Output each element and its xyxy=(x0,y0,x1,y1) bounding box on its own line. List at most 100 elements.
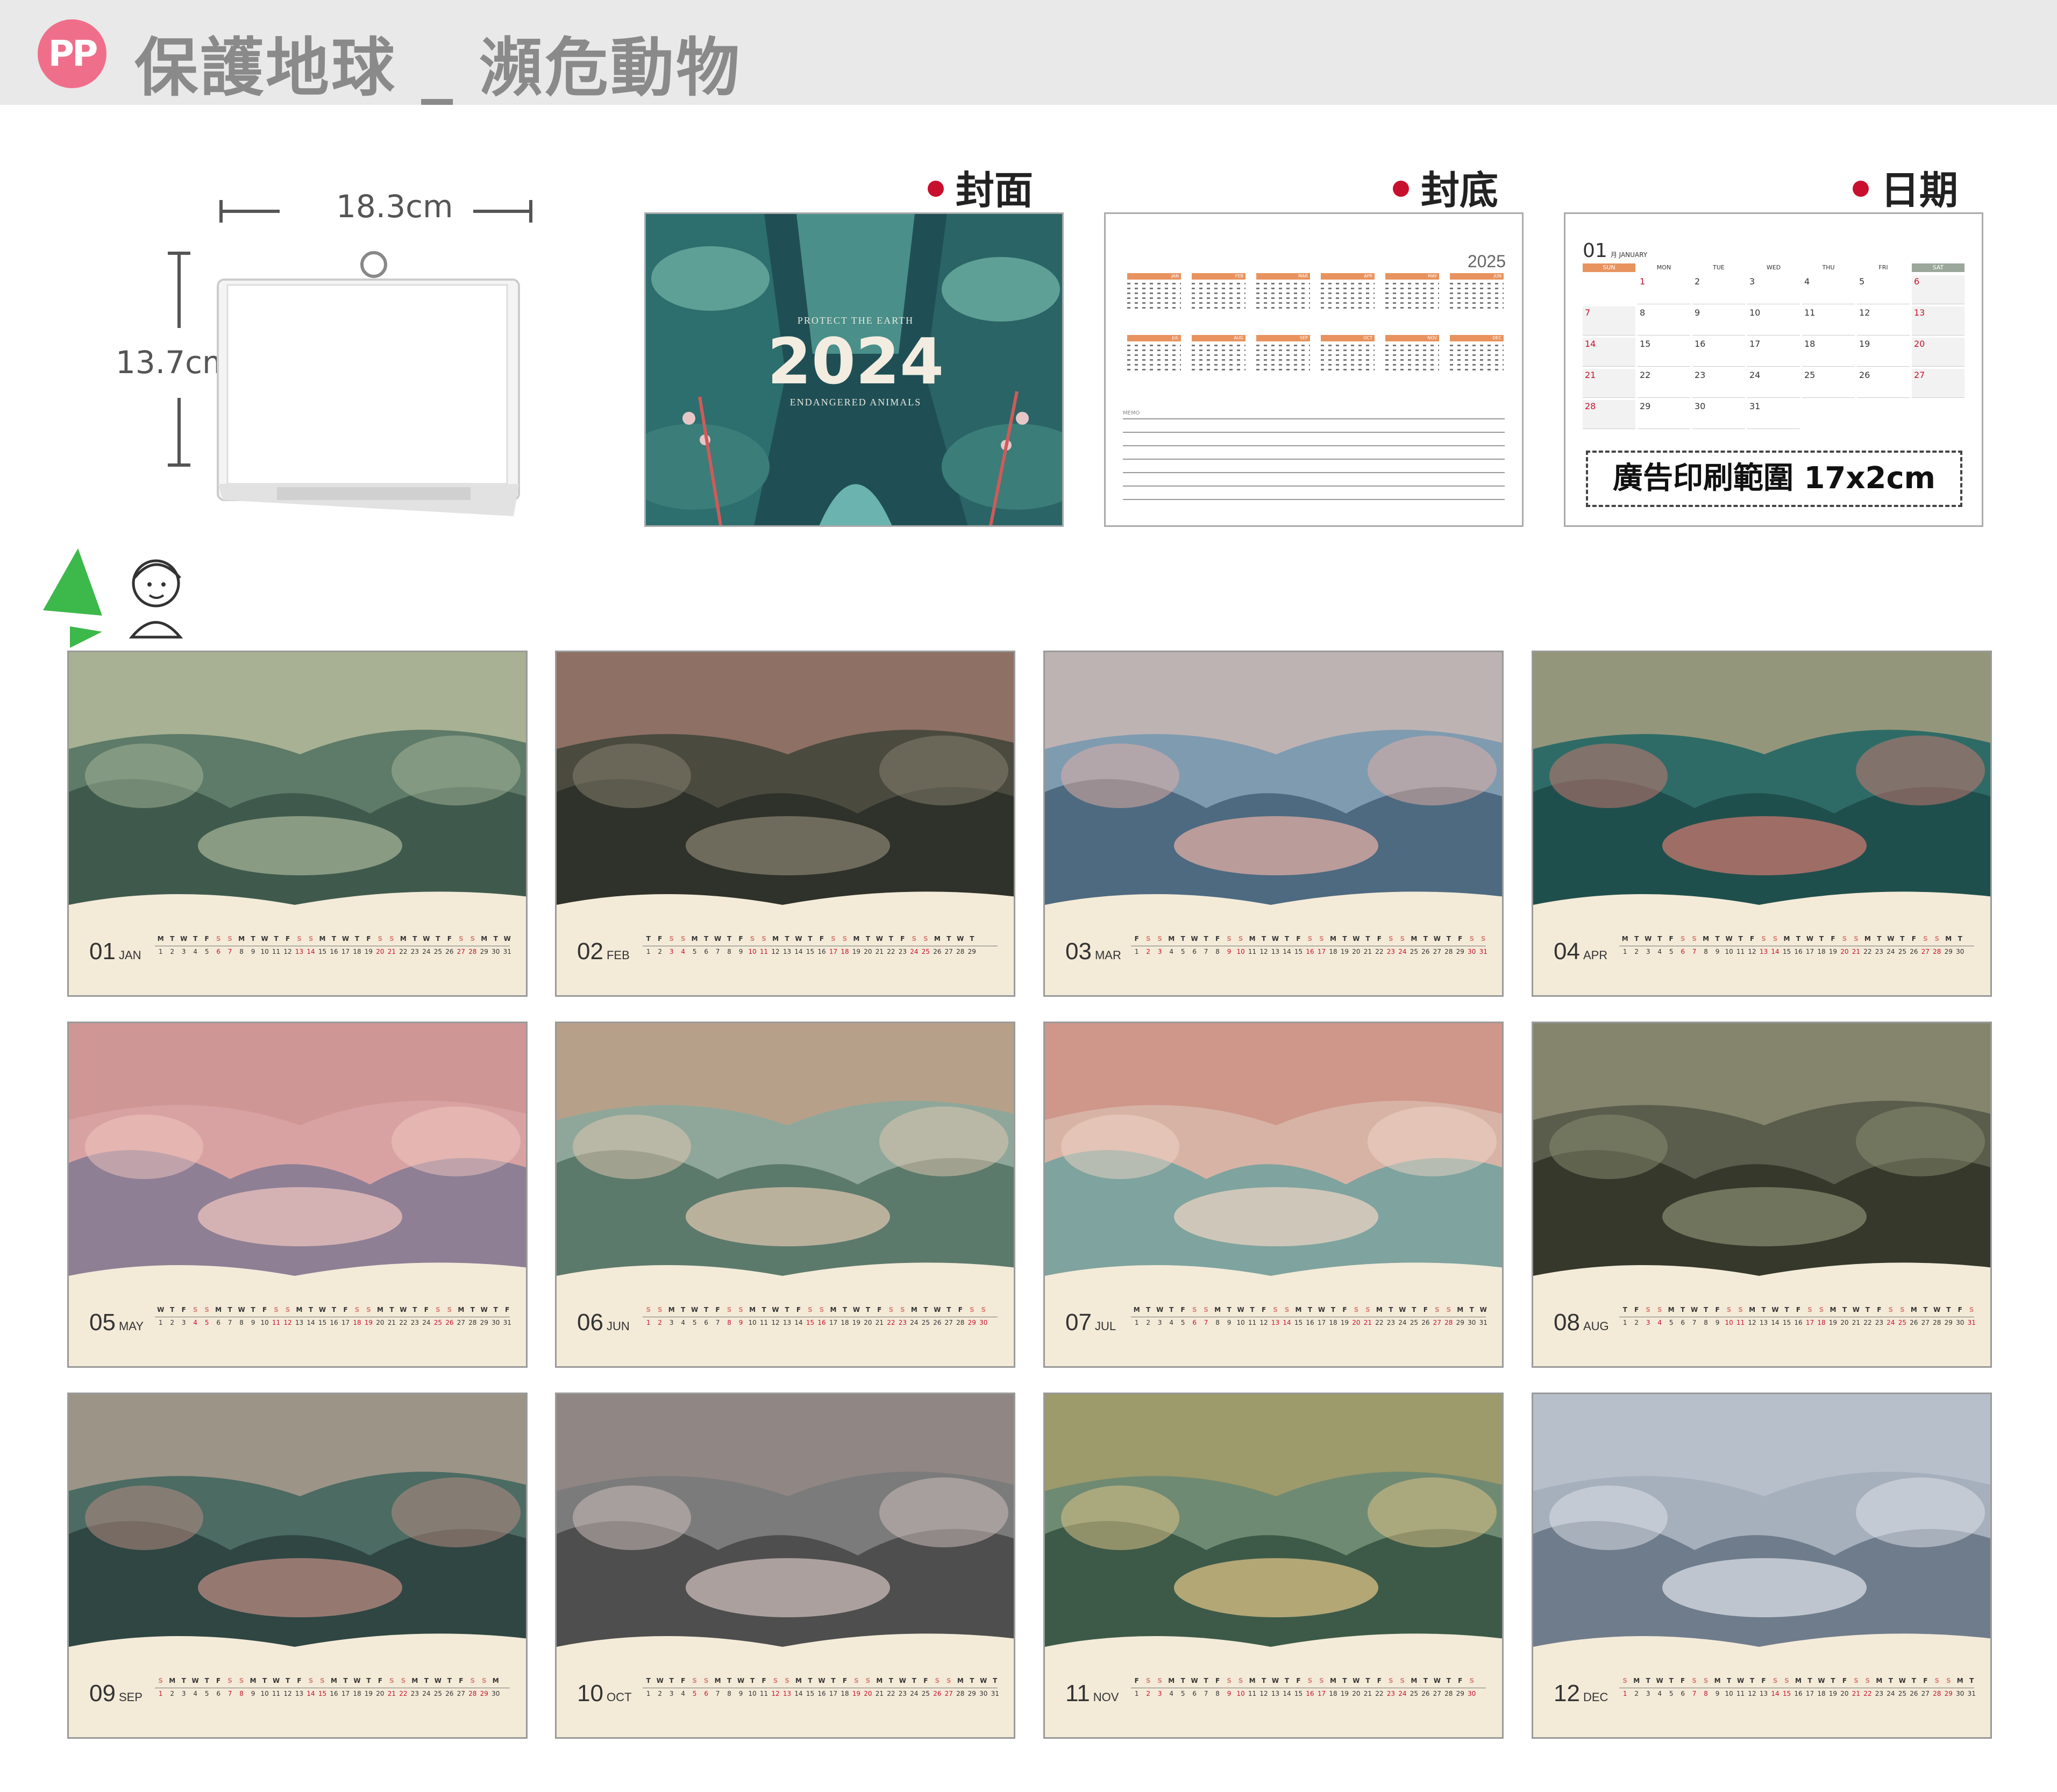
day-number: 17 xyxy=(1317,1319,1326,1326)
weekday-letter: T xyxy=(285,1677,290,1684)
weekday-letter: T xyxy=(204,1677,209,1684)
weekday-letter: W xyxy=(1656,1677,1663,1684)
back-month-header: SEP xyxy=(1256,335,1310,341)
weekday-letter: S xyxy=(1319,1677,1324,1684)
weekday-letter: F xyxy=(1180,1306,1185,1313)
day-number: 23 xyxy=(1875,1690,1884,1697)
weekday-letter: W xyxy=(1191,1677,1198,1684)
day-number: 25 xyxy=(433,1690,442,1697)
month-number: 08 AUG xyxy=(1554,1309,1609,1336)
day-number: 5 xyxy=(1180,948,1185,955)
day-number: 27 xyxy=(457,948,465,955)
month-artwork xyxy=(557,1023,1014,1292)
weekday-letter: W xyxy=(980,1677,987,1684)
weekday-letter: M xyxy=(668,1306,675,1313)
weekday-letter: S xyxy=(819,1306,824,1313)
day-number: 13 xyxy=(782,1319,792,1326)
day-number: 28 xyxy=(1933,1690,1941,1697)
day-number: 7 xyxy=(1204,1690,1208,1697)
weekday-letter: F xyxy=(923,1677,928,1684)
memo-line xyxy=(1123,432,1505,433)
day-number: 13 xyxy=(295,948,304,955)
weekday-letter: W xyxy=(272,1677,280,1684)
weekday-letter: S xyxy=(204,1306,209,1313)
weekday-letter: T xyxy=(308,1306,314,1313)
day-number: 20 xyxy=(1840,1690,1849,1697)
weekday-letter: F xyxy=(262,1306,267,1313)
day-number: 8 xyxy=(1215,948,1220,955)
weekday-letter: W xyxy=(691,1306,699,1313)
back-month-days xyxy=(1450,345,1504,370)
day-number: 1 xyxy=(1134,1690,1139,1697)
weekday-letter: W xyxy=(1806,935,1814,943)
day-number: 28 xyxy=(956,1319,965,1326)
weekday-letter: S xyxy=(458,935,464,943)
weekday-letter: T xyxy=(761,1306,766,1313)
weekday-letter: T xyxy=(1261,1677,1266,1684)
day-number: 16 xyxy=(330,948,338,955)
weekday-letter: F xyxy=(216,1677,221,1684)
day-number: 4 xyxy=(193,948,197,955)
weekday-letter: T xyxy=(1423,1677,1428,1684)
day-number: 14 xyxy=(794,1690,803,1697)
weekday-letter: M xyxy=(1783,935,1790,943)
weekday-letter: M xyxy=(492,1677,499,1684)
weekday-letter: S xyxy=(1692,1677,1697,1684)
day-number: 27 xyxy=(1921,1690,1930,1697)
date-cell: 22 xyxy=(1638,369,1690,398)
red-dot-icon xyxy=(1393,181,1409,197)
day-number: 17 xyxy=(1805,1690,1814,1697)
back-month-header: FEB xyxy=(1192,273,1245,280)
height-tick-bottom xyxy=(168,463,190,467)
day-number: 14 xyxy=(307,948,315,955)
day-number: 23 xyxy=(898,1319,907,1326)
day-number: 2 xyxy=(170,1319,175,1326)
weekday-letter: T xyxy=(274,935,279,943)
weekday-letter: S xyxy=(1481,935,1486,943)
weekday-letter: W xyxy=(852,1306,860,1313)
day-number: 3 xyxy=(1157,948,1162,955)
day-number: 23 xyxy=(898,1690,907,1697)
day-number: 4 xyxy=(193,1690,197,1697)
weekday-letter: M xyxy=(714,1677,721,1684)
weekday-letter: S xyxy=(1726,1306,1732,1313)
month-card-aug: 08 AUG T 1 F 2 S 3 S 4 M 5 T 6 W 7 T 8 F 9 S 10 S 11 M 12 T 13 W 14 T 1… xyxy=(1532,1022,1992,1368)
weekday-letter: S xyxy=(1469,935,1475,943)
day-number: 12 xyxy=(771,948,780,955)
weekday-letter: M xyxy=(830,1306,837,1313)
weekday-letter: S xyxy=(308,935,314,943)
weekday-letter: S xyxy=(366,1306,371,1313)
weekday-letter: M xyxy=(1411,935,1418,943)
day-number: 29 xyxy=(480,1319,488,1326)
weekday-letter: S xyxy=(888,1306,894,1313)
day-number: 10 xyxy=(748,1319,757,1326)
weekday-letter: M xyxy=(481,935,488,943)
width-label: 18.3cm xyxy=(336,188,453,225)
weekday-letter: S xyxy=(1400,1677,1405,1684)
day-number: 19 xyxy=(364,1690,373,1697)
weekday-letter: F xyxy=(378,1677,383,1684)
weekday-letter: M xyxy=(250,1677,257,1684)
date-cell: 16 xyxy=(1692,338,1745,367)
height-line-top xyxy=(177,253,181,328)
day-number: 7 xyxy=(1692,1319,1697,1326)
day-number: 23 xyxy=(1875,1319,1884,1326)
month-artwork xyxy=(557,1394,1014,1663)
weekday-letter: T xyxy=(808,935,813,943)
day-number: 5 xyxy=(1669,948,1674,955)
day-number: 15 xyxy=(1782,1690,1791,1697)
back-month-header: MAR xyxy=(1256,273,1310,280)
weekday-letter: M xyxy=(1295,1306,1302,1313)
weekday-letter: S xyxy=(389,1677,394,1684)
weekday-letter: T xyxy=(1646,1677,1650,1684)
weekday-letter: S xyxy=(1204,1306,1208,1313)
weekday-letter: M xyxy=(331,1677,337,1684)
weekday-letter: S xyxy=(1157,1677,1163,1684)
weekday-letter: M xyxy=(1864,935,1871,943)
weekday-letter: M xyxy=(1795,1677,1802,1684)
day-number: 2 xyxy=(170,948,175,955)
day-number: 27 xyxy=(1433,1319,1441,1326)
day-number: 3 xyxy=(1646,948,1650,955)
month-number: 04 APR xyxy=(1554,938,1608,965)
weekday-letter: T xyxy=(946,1306,951,1313)
